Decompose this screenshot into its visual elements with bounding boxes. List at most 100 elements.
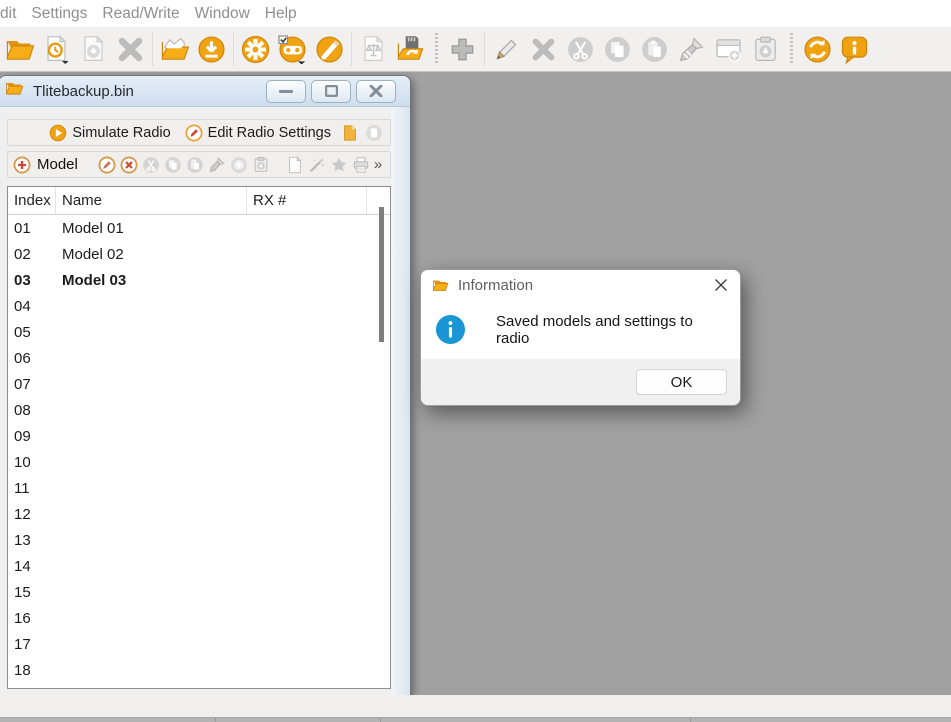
model-row-02[interactable]: 02Model 02 xyxy=(8,241,390,267)
copy-radio-button[interactable] xyxy=(341,124,359,142)
compare-files-button[interactable] xyxy=(355,29,392,69)
model-row-08[interactable]: 08 xyxy=(8,397,390,423)
simulate-model-button[interactable] xyxy=(230,155,248,175)
clean-model-button[interactable] xyxy=(208,155,226,175)
table-scrollbar-track[interactable] xyxy=(377,189,386,686)
save-file-button[interactable] xyxy=(75,29,112,69)
edit-model-icon xyxy=(492,35,521,64)
copy-model-button[interactable] xyxy=(164,155,182,175)
table-scrollbar-thumb[interactable] xyxy=(379,207,384,342)
close-file-icon xyxy=(116,35,145,64)
print-model-button[interactable] xyxy=(352,155,370,175)
clean-model-icon xyxy=(208,156,226,174)
model-row-01[interactable]: 01Model 01 xyxy=(8,215,390,241)
toolbar-group xyxy=(237,29,348,69)
model-row-03[interactable]: 03Model 03 xyxy=(8,267,390,293)
toolbar-handle[interactable] xyxy=(435,33,438,65)
delete-model-button[interactable] xyxy=(120,155,138,175)
dialog-close-button[interactable] xyxy=(713,277,729,293)
open-file-icon xyxy=(5,35,34,64)
paste-model-button[interactable] xyxy=(186,155,204,175)
paste-radio-button[interactable] xyxy=(365,124,383,142)
default-model-icon xyxy=(330,156,348,174)
add-model-label: Model xyxy=(37,156,78,173)
ok-button[interactable]: OK xyxy=(636,369,727,395)
add-model-button[interactable] xyxy=(444,29,481,69)
wizard-model-button[interactable] xyxy=(308,155,326,175)
maximize-button[interactable] xyxy=(311,80,351,103)
model-row-18[interactable]: 18 xyxy=(8,657,390,683)
new-window-button[interactable] xyxy=(710,29,747,69)
radio-profile-button[interactable] xyxy=(274,29,311,69)
row-index: 17 xyxy=(8,636,56,653)
default-model-button[interactable] xyxy=(330,155,348,175)
app-settings-button[interactable] xyxy=(237,29,274,69)
model-row-14[interactable]: 14 xyxy=(8,553,390,579)
model-row-09[interactable]: 09 xyxy=(8,423,390,449)
model-row-12[interactable]: 12 xyxy=(8,501,390,527)
menu-item-dit[interactable]: dit xyxy=(0,5,16,23)
column-header-index[interactable]: Index xyxy=(8,187,56,214)
sync-button[interactable] xyxy=(799,29,836,69)
recent-files-button[interactable] xyxy=(38,29,75,69)
edit-model-button[interactable] xyxy=(98,155,116,175)
model-row-10[interactable]: 10 xyxy=(8,449,390,475)
dialog-titlebar[interactable]: Information xyxy=(421,270,740,300)
copy-model-button[interactable] xyxy=(599,29,636,69)
about-info-button[interactable] xyxy=(836,29,873,69)
edit-theme-button[interactable] xyxy=(311,29,348,69)
backup-model-button[interactable] xyxy=(747,29,784,69)
delete-model-icon xyxy=(120,156,138,174)
toolbar-handle[interactable] xyxy=(790,33,793,65)
model-row-06[interactable]: 06 xyxy=(8,345,390,371)
model-row-04[interactable]: 04 xyxy=(8,293,390,319)
edit-model-icon xyxy=(98,156,116,174)
open-file-button[interactable] xyxy=(1,29,38,69)
cut-model-button[interactable] xyxy=(562,29,599,69)
dialog-title: Information xyxy=(458,277,713,294)
cut-model-button[interactable] xyxy=(142,155,160,175)
view-logs-button[interactable] xyxy=(156,29,193,69)
add-model-button[interactable]: Model xyxy=(13,156,82,174)
backup-model-button[interactable] xyxy=(252,155,270,175)
model-row-11[interactable]: 11 xyxy=(8,475,390,501)
column-header-name[interactable]: Name xyxy=(56,187,247,214)
row-index: 13 xyxy=(8,532,56,549)
model-row-07[interactable]: 07 xyxy=(8,371,390,397)
notes-model-button[interactable] xyxy=(286,155,304,175)
column-header-rx[interactable]: RX # xyxy=(247,187,367,214)
info-icon xyxy=(435,314,466,345)
wizard-model-button[interactable] xyxy=(673,29,710,69)
close-button[interactable] xyxy=(356,80,396,103)
menu-item-settings[interactable]: Settings xyxy=(31,5,87,23)
child-window: Tlitebackup.bin Simulate Radio xyxy=(0,75,411,696)
write-to-radio-button[interactable] xyxy=(193,29,230,69)
child-window-titlebar[interactable]: Tlitebackup.bin xyxy=(0,76,410,107)
menu-item-window[interactable]: Window xyxy=(195,5,250,23)
model-row-13[interactable]: 13 xyxy=(8,527,390,553)
row-index: 15 xyxy=(8,584,56,601)
edit-radio-settings-button[interactable]: Edit Radio Settings xyxy=(185,124,331,142)
row-index: 04 xyxy=(8,298,56,315)
model-row-05[interactable]: 05 xyxy=(8,319,390,345)
delete-model-button[interactable] xyxy=(525,29,562,69)
sdcard-sync-button[interactable] xyxy=(392,29,429,69)
simulate-radio-button[interactable]: Simulate Radio xyxy=(49,124,170,142)
paste-model-button[interactable] xyxy=(636,29,673,69)
close-file-button[interactable] xyxy=(112,29,149,69)
menu-item-read-write[interactable]: Read/Write xyxy=(102,5,179,23)
model-row-16[interactable]: 16 xyxy=(8,605,390,631)
toolbar-group xyxy=(444,29,481,69)
simulate-model-icon xyxy=(230,156,248,174)
toolbar-overflow-button[interactable]: » xyxy=(374,156,386,173)
model-row-15[interactable]: 15 xyxy=(8,579,390,605)
row-index: 10 xyxy=(8,454,56,471)
paste-model-icon xyxy=(186,156,204,174)
compare-files-icon xyxy=(359,35,388,64)
close-icon xyxy=(714,278,728,292)
model-row-17[interactable]: 17 xyxy=(8,631,390,657)
copy-radio-icon xyxy=(341,124,359,142)
minimize-button[interactable] xyxy=(266,80,306,103)
edit-model-button[interactable] xyxy=(488,29,525,69)
menu-item-help[interactable]: Help xyxy=(265,5,297,23)
